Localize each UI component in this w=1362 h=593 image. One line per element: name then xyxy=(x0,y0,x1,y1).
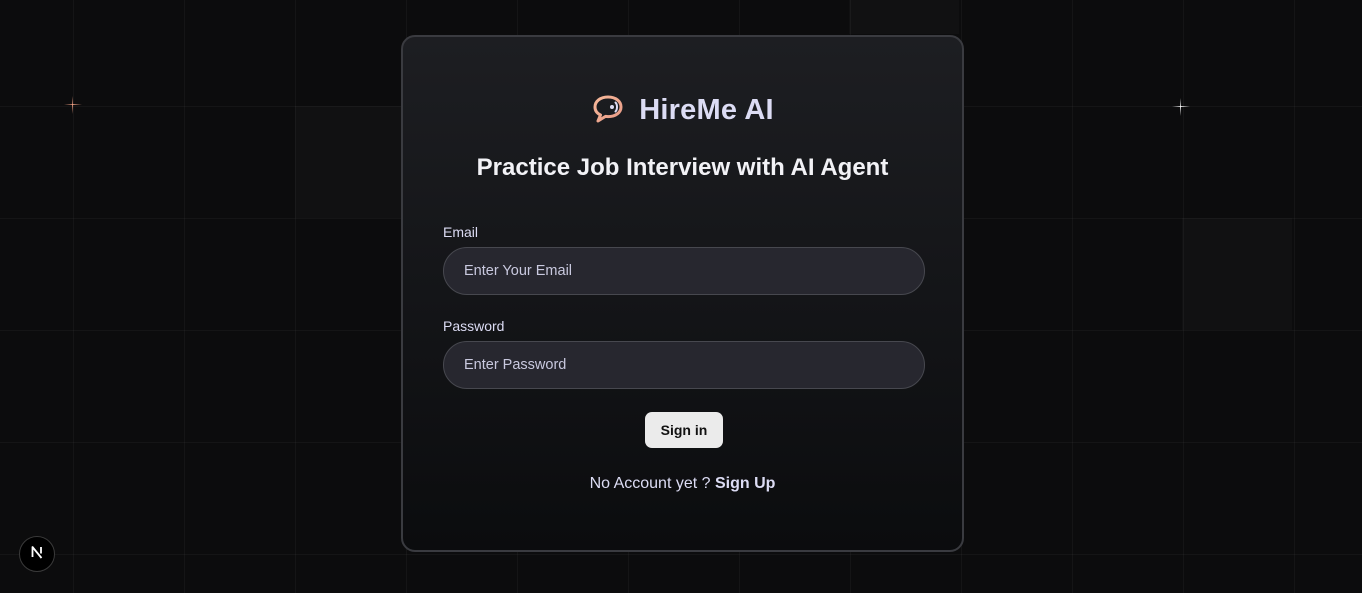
brand-header: HireMe AI xyxy=(403,93,962,128)
sparkle-decoration xyxy=(1172,98,1190,116)
signup-prompt-row: No Account yet ? Sign Up xyxy=(403,475,962,493)
nextjs-dev-badge[interactable] xyxy=(19,536,55,572)
background-tile xyxy=(1182,218,1292,330)
brand-name: HireMe AI xyxy=(639,94,774,126)
password-label: Password xyxy=(443,318,505,334)
email-field[interactable] xyxy=(443,247,925,295)
background-tile xyxy=(849,0,959,34)
page-title: Practice Job Interview with AI Agent xyxy=(476,154,889,181)
login-card: HireMe AI Practice Job Interview with AI… xyxy=(401,35,964,552)
sign-in-button[interactable]: Sign in xyxy=(645,412,723,448)
nextjs-icon xyxy=(29,544,45,565)
sparkle-decoration xyxy=(64,96,82,114)
signup-prompt-text: No Account yet ? xyxy=(589,475,711,492)
chat-bubble-voice-icon xyxy=(591,93,625,128)
email-label: Email xyxy=(443,224,479,240)
background-tile xyxy=(295,106,405,218)
sign-up-link[interactable]: Sign Up xyxy=(715,475,775,492)
password-field[interactable] xyxy=(443,341,925,389)
